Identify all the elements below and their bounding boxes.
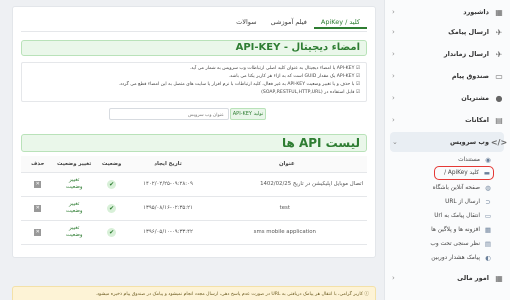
sidebar-item-dashboard[interactable]: ▦ داشبورد ‹ <box>390 2 504 22</box>
chevron-left-icon: ‹ <box>392 116 395 124</box>
tab-bar: کلید / ApiKey فیلم آموزشی سوالات <box>229 15 367 29</box>
plugin-icon: ▦ <box>484 226 492 234</box>
info-box: ☑ API-KEY یا امضاء دیجیتال به عنوان کلید… <box>21 62 367 102</box>
chevron-down-icon: ⌄ <box>392 138 398 146</box>
sidebar-item-customers[interactable]: ● مشتریان ‹ <box>390 88 504 108</box>
info-line: ☑ قابل استفاده در (SOAP,RESTFUL,HTTP,URL… <box>261 90 360 95</box>
chevron-left-icon: ‹ <box>392 28 395 36</box>
chevron-left-icon: ‹ <box>392 72 395 80</box>
delete-icon[interactable]: ✕ <box>34 204 42 212</box>
customers-icon: ● <box>495 93 503 103</box>
footer-alert: ⓘ کاربر گرامی، با انتقال هر پیامک دریافت… <box>12 286 376 300</box>
sidebar-sub-camera-alert[interactable]: ◐ پیامک هشدار دوربین <box>394 251 492 265</box>
table-row: sms mobile application ۱۳۹۶/۰۵/۱۰-۰۹:۳۳:… <box>21 220 367 245</box>
chevron-left-icon: ‹ <box>392 94 395 102</box>
row-title: اتصال موبایل اپلیکیشن در تاریخ 1402/02/2… <box>206 172 367 197</box>
sidebar-sub-survey[interactable]: ▤ نظر سنجی تحت وب <box>394 237 492 251</box>
tab-apikey[interactable]: کلید / ApiKey <box>313 15 367 29</box>
delete-icon[interactable]: ✕ <box>34 228 42 236</box>
row-date: ۱۳۹۵/۰۸/۱۶-۰۲:۳۵:۲۱ <box>129 196 207 221</box>
finance-icon: ▦ <box>495 273 503 283</box>
inbox-icon: ▭ <box>495 71 503 81</box>
web-service-icon: </> <box>490 137 508 147</box>
col-header-status: وضعیت <box>93 156 130 173</box>
row-status: ✔ <box>93 220 130 245</box>
row-change-status[interactable]: تغییر وضعیت <box>54 196 94 221</box>
chevron-left-icon: ‹ <box>392 8 395 16</box>
dashboard-icon: ▦ <box>495 7 503 17</box>
table-header-row: عنوان تاریخ ایجاد وضعیت تغییر وضعیت حذف <box>21 156 367 173</box>
sidebar-item-scheduled-send[interactable]: ✈ ارسال زماندار ‹ <box>390 44 504 64</box>
survey-icon: ▤ <box>484 240 492 248</box>
table-row: اتصال موبایل اپلیکیشن در تاریخ 1402/02/2… <box>21 172 367 197</box>
delete-icon[interactable]: ✕ <box>34 180 42 188</box>
col-header-delete: حذف <box>21 156 55 173</box>
sidebar-item-inbox[interactable]: ▭ صندوق پیام ‹ <box>390 66 504 86</box>
forward-icon: ▭ <box>484 212 492 220</box>
api-table: عنوان تاریخ ایجاد وضعیت تغییر وضعیت حذف … <box>21 156 367 245</box>
check-icon: ✔ <box>107 203 117 213</box>
check-icon: ✔ <box>107 227 117 237</box>
github-icon: ◉ <box>485 156 491 164</box>
row-date: ۱۳۹۶/۰۵/۱۰-۰۹:۳۳:۴۲ <box>129 220 207 245</box>
chevron-left-icon: ‹ <box>392 50 395 58</box>
sidebar-sub-plugins[interactable]: ▦ افزونه ها و پلاگین ها <box>394 223 492 237</box>
col-header-title: عنوان <box>206 156 367 173</box>
scheduled-send-icon: ✈ <box>495 49 503 59</box>
chevron-left-icon: ‹ <box>392 274 395 282</box>
camera-icon: ◐ <box>485 254 491 262</box>
section-title-api-list: لیست API ها <box>21 134 367 152</box>
sidebar-sub-docs[interactable]: ◉ مستندات <box>394 153 492 167</box>
sidebar-item-web-service[interactable]: </> وب سرویس ⌄ <box>390 132 508 152</box>
row-title: test <box>206 196 367 221</box>
globe-icon: ◍ <box>485 184 491 192</box>
sidebar-item-send-sms[interactable]: ✈ ارسال پیامک ‹ <box>390 22 504 42</box>
row-delete[interactable]: ✕ <box>21 172 55 197</box>
section-title-apikey: امضاء دیجیتال - API-KEY <box>21 40 367 56</box>
sidebar-item-finance[interactable]: ▦ امور مالی ‹ <box>390 268 504 288</box>
main-card: کلید / ApiKey فیلم آموزشی سوالات امضاء د… <box>12 6 376 258</box>
webservice-title-input[interactable] <box>109 108 229 120</box>
row-delete[interactable]: ✕ <box>21 220 55 245</box>
row-status: ✔ <box>93 196 130 221</box>
sidebar-item-features[interactable]: ▤ امکانات ‹ <box>390 110 504 130</box>
row-delete[interactable]: ✕ <box>21 196 55 221</box>
key-card-icon: ▬ <box>483 169 491 177</box>
sidebar: ▦ داشبورد ‹ ✈ ارسال پیامک ‹ ✈ ارسال زمان… <box>384 0 510 300</box>
row-change-status[interactable]: تغییر وضعیت <box>54 220 94 245</box>
sidebar-sub-send-url[interactable]: ⊂ ارسال از URL <box>394 195 492 209</box>
info-line: ☑ با حذف و یا تغییر وضعیت API-KEY به غیر… <box>118 82 360 87</box>
row-change-status[interactable]: تغییر وضعیت <box>54 172 94 197</box>
info-line: ☑ API-KEY یک مقدار GUID است که به ازاء ه… <box>228 74 360 79</box>
sidebar-sub-apikey[interactable]: ▬ کلید ApiKey / <box>434 166 494 180</box>
tab-video[interactable]: فیلم آموزشی <box>264 15 314 29</box>
col-header-change-status: تغییر وضعیت <box>54 156 94 173</box>
row-title: sms mobile application <box>206 220 367 245</box>
col-header-date: تاریخ ایجاد <box>129 156 207 173</box>
info-line: ☑ API-KEY یا امضاء دیجیتال به عنوان کلید… <box>189 66 360 71</box>
row-status: ✔ <box>93 172 130 197</box>
generate-apikey-button[interactable]: تولید API-KEY <box>230 108 266 120</box>
check-icon: ✔ <box>107 179 117 189</box>
table-row: test ۱۳۹۵/۰۸/۱۶-۰۲:۳۵:۲۱ ✔ تغییر وضعیت ✕ <box>21 196 367 221</box>
tab-divider <box>21 31 367 32</box>
info-icon: ⓘ <box>362 292 369 297</box>
sidebar-sub-forward-url[interactable]: ▭ انتقال پیامک به Url <box>394 209 492 223</box>
link-icon: ⊂ <box>485 198 491 206</box>
features-icon: ▤ <box>495 115 503 125</box>
send-sms-icon: ✈ <box>495 27 503 37</box>
sidebar-sub-club-page[interactable]: ◍ صفحه آنلاین باشگاه <box>394 181 492 195</box>
tab-faq[interactable]: سوالات <box>229 15 263 29</box>
row-date: ۱۴۰۲/۰۲/۲۵-۰۹:۲۸:۰۹ <box>129 172 207 197</box>
